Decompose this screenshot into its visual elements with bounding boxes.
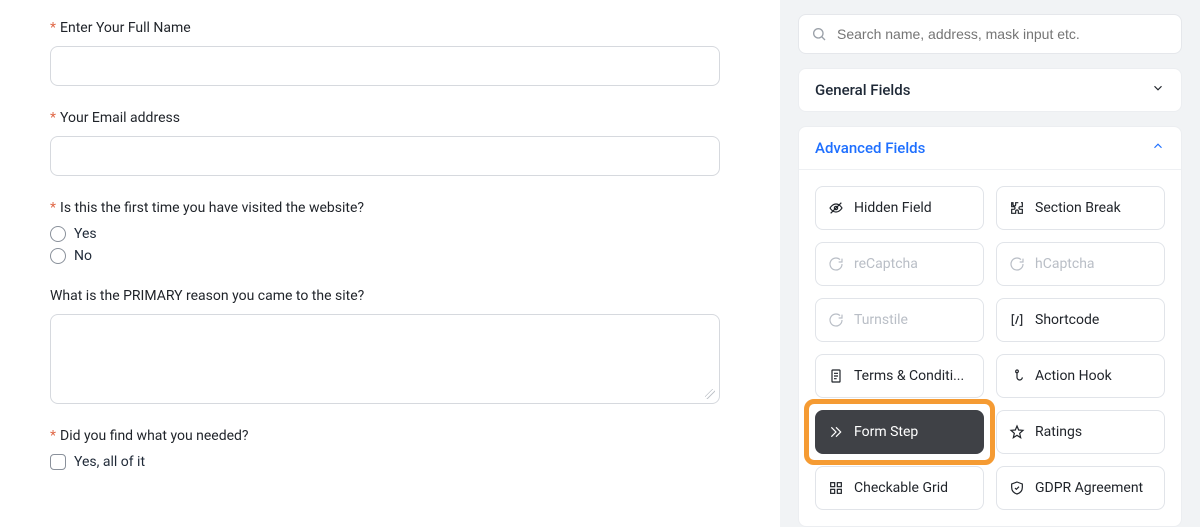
form-step-highlight: Form Step (804, 399, 995, 465)
field-sidebar: General Fields Advanced Fields Hidden Fi… (780, 0, 1200, 527)
doc-icon (828, 368, 844, 384)
puzzle-icon (1009, 200, 1025, 216)
field-terms[interactable]: Terms & Conditi... (815, 354, 984, 398)
radio-icon (50, 248, 66, 264)
resize-handle-icon[interactable] (705, 389, 715, 399)
required-marker: * (50, 110, 56, 126)
required-marker: * (50, 20, 56, 36)
form-canvas: *Enter Your Full Name *Your Email addres… (0, 0, 780, 527)
radio-option-no[interactable]: No (50, 248, 730, 264)
field-primary-reason: What is the PRIMARY reason you came to t… (50, 288, 730, 404)
general-fields-header[interactable]: General Fields (799, 69, 1181, 111)
field-hidden[interactable]: Hidden Field (815, 186, 984, 230)
field-turnstile: Turnstile (815, 298, 984, 342)
star-icon (1009, 424, 1025, 440)
field-first-visit: *Is this the first time you have visited… (50, 200, 730, 264)
field-label: What is the PRIMARY reason you came to t… (50, 288, 730, 304)
advanced-fields-accordion: Advanced Fields Hidden Field Section Bre… (798, 126, 1182, 527)
field-form-step[interactable]: Form Step (815, 410, 984, 454)
field-full-name: *Enter Your Full Name (50, 20, 730, 86)
search-input[interactable] (835, 25, 1169, 43)
field-shortcode[interactable]: Shortcode (996, 298, 1165, 342)
advanced-fields-header[interactable]: Advanced Fields (799, 127, 1181, 170)
code-icon (1009, 312, 1025, 328)
field-hcaptcha: hCaptcha (996, 242, 1165, 286)
required-marker: * (50, 428, 56, 444)
checkbox-option-yes-all[interactable]: Yes, all of it (50, 454, 730, 470)
primary-reason-textarea[interactable] (50, 314, 720, 404)
eye-off-icon (828, 200, 844, 216)
grid-icon (828, 480, 844, 496)
chevron-up-icon (1151, 139, 1165, 157)
search-icon (811, 26, 827, 42)
required-marker: * (50, 200, 56, 216)
field-action-hook[interactable]: Action Hook (996, 354, 1165, 398)
checkbox-icon (50, 454, 66, 470)
field-gdpr[interactable]: GDPR Agreement (996, 466, 1165, 510)
captcha-icon (828, 256, 844, 272)
field-label: *Your Email address (50, 110, 730, 126)
shield-icon (1009, 480, 1025, 496)
field-label: *Is this the first time you have visited… (50, 200, 730, 216)
captcha-icon (1009, 256, 1025, 272)
radio-icon (50, 226, 66, 242)
hook-icon (1009, 368, 1025, 384)
advanced-field-grid: Hidden Field Section Break reCaptcha hCa… (799, 170, 1181, 526)
captcha-icon (828, 312, 844, 328)
radio-option-yes[interactable]: Yes (50, 226, 730, 242)
field-find-needed: *Did you find what you needed? Yes, all … (50, 428, 730, 470)
field-recaptcha: reCaptcha (815, 242, 984, 286)
email-input[interactable] (50, 136, 720, 176)
search-field-wrap[interactable] (798, 14, 1182, 54)
chevron-down-icon (1151, 81, 1165, 99)
full-name-input[interactable] (50, 46, 720, 86)
field-checkable-grid[interactable]: Checkable Grid (815, 466, 984, 510)
field-ratings[interactable]: Ratings (996, 410, 1165, 454)
general-fields-accordion: General Fields (798, 68, 1182, 112)
field-label: *Did you find what you needed? (50, 428, 730, 444)
field-email: *Your Email address (50, 110, 730, 176)
field-label: *Enter Your Full Name (50, 20, 730, 36)
step-icon (828, 424, 844, 440)
field-section-break[interactable]: Section Break (996, 186, 1165, 230)
